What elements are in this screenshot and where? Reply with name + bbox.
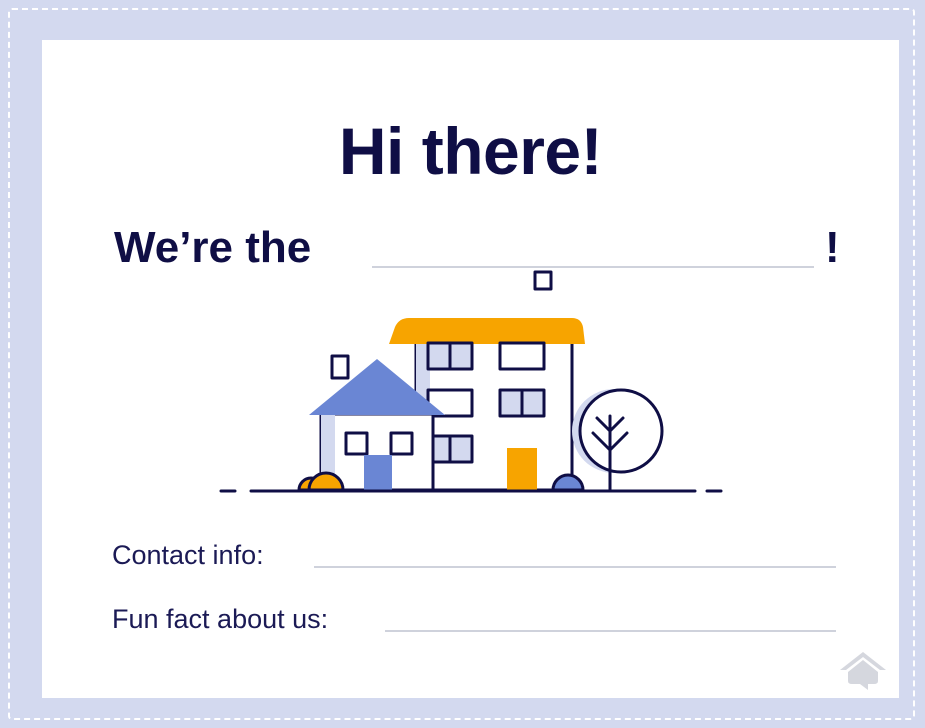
intro-exclamation: ! <box>825 223 840 272</box>
intro-text: We’re the <box>114 223 312 272</box>
greeting-card: Hi there! We’re the ! Contact info: Fun … <box>42 40 899 698</box>
page-title: Hi there! <box>338 114 603 188</box>
name-blank-line <box>372 266 814 268</box>
fun-fact-label: Fun fact about us: <box>112 604 329 634</box>
contact-info-label: Contact info: <box>112 540 264 570</box>
contact-info-line <box>314 566 836 568</box>
house-logo-icon <box>840 652 886 690</box>
fun-fact-line <box>385 630 836 632</box>
house-illustration <box>219 270 723 493</box>
